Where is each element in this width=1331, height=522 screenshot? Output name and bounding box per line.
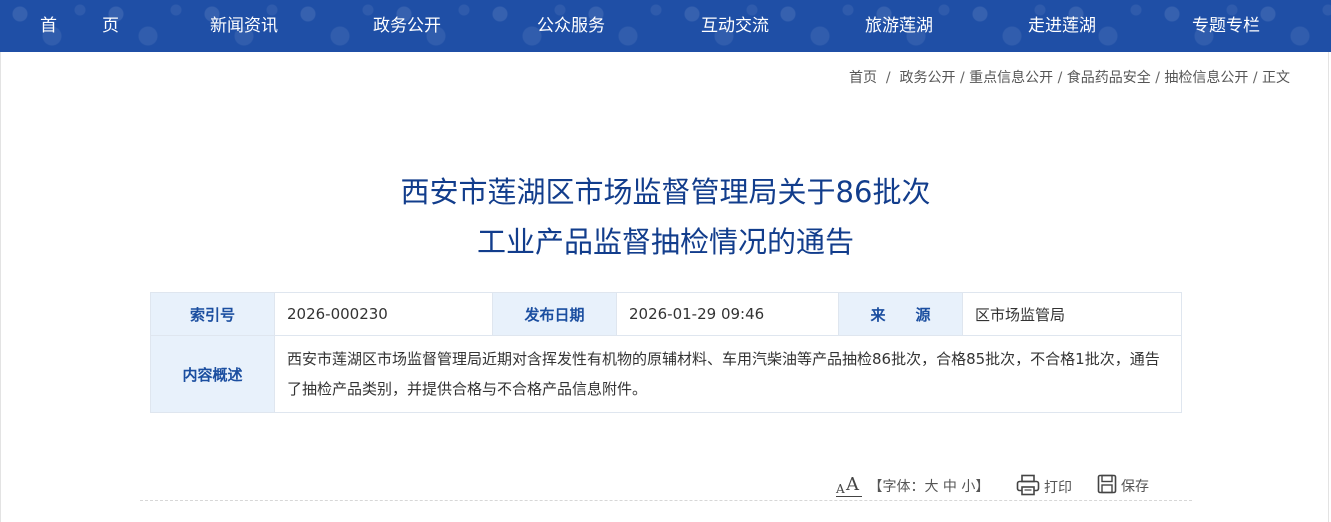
breadcrumb-separator: / bbox=[1053, 70, 1067, 86]
info-row-meta: 索引号 2026-000230 发布日期 2026-01-29 09:46 来 … bbox=[150, 292, 1182, 336]
nav-item-news[interactable]: 新闻资讯 bbox=[190, 0, 298, 52]
save-disk-icon bbox=[1097, 474, 1117, 498]
breadcrumb: 首页 / 政务公开 / 重点信息公开 / 食品药品安全 / 抽检信息公开 / 正… bbox=[849, 67, 1290, 89]
nav-home-char-2: 页 bbox=[102, 16, 119, 36]
summary-label: 内容概述 bbox=[150, 335, 275, 413]
source-label: 来 源 bbox=[838, 292, 963, 336]
breadcrumb-separator: / bbox=[1248, 70, 1262, 86]
nav-item-special-topics[interactable]: 专题专栏 bbox=[1172, 0, 1280, 52]
printer-icon bbox=[1016, 474, 1040, 500]
nav-home-char-1: 首 bbox=[40, 16, 57, 36]
summary-value: 西安市莲湖区市场监督管理局近期对含挥发性有机物的原辅材料、车用汽柴油等产品抽检8… bbox=[274, 335, 1182, 413]
save-label: 保存 bbox=[1121, 479, 1149, 495]
breadcrumb-separator: / bbox=[876, 70, 900, 86]
index-number-label: 索引号 bbox=[150, 292, 275, 336]
save-button[interactable]: 保存 bbox=[1097, 474, 1149, 498]
top-nav-bar: 首 页 新闻资讯 政务公开 公众服务 互动交流 旅游莲湖 走进莲湖 专题专栏 bbox=[0, 0, 1331, 52]
nav-item-tourism[interactable]: 旅游莲湖 bbox=[845, 0, 953, 52]
print-button[interactable]: 打印 bbox=[1016, 474, 1072, 500]
nav-item-home[interactable]: 首 页 bbox=[26, 0, 134, 52]
font-size-icon: A A bbox=[836, 474, 864, 498]
breadcrumb-separator: / bbox=[955, 70, 970, 86]
article-title-line-2: 工业产品监督抽检情况的通告 bbox=[476, 225, 854, 259]
font-size-large-button[interactable]: 大 bbox=[924, 479, 938, 495]
publish-date-value: 2026-01-29 09:46 bbox=[616, 292, 839, 336]
article-tools: A A 【字体：大 中 小】 打印 保存 bbox=[0, 470, 1331, 498]
nav-item-government-affairs[interactable]: 政务公开 bbox=[353, 0, 461, 52]
article-info-table: 索引号 2026-000230 发布日期 2026-01-29 09:46 来 … bbox=[150, 292, 1182, 413]
print-label: 打印 bbox=[1044, 480, 1072, 496]
content-right-border bbox=[1328, 52, 1329, 522]
font-size-control: A A 【字体：大 中 小】 bbox=[836, 474, 989, 498]
article-title-line-1: 西安市莲湖区市场监督管理局关于86批次 bbox=[400, 175, 931, 209]
font-size-suffix: 】 bbox=[975, 479, 990, 495]
nav-item-about-lianhu[interactable]: 走进莲湖 bbox=[1008, 0, 1116, 52]
breadcrumb-separator: / bbox=[1150, 70, 1165, 86]
font-size-small-button[interactable]: 小 bbox=[961, 479, 975, 495]
breadcrumb-home[interactable]: 首页 bbox=[849, 70, 877, 86]
publish-date-label: 发布日期 bbox=[492, 292, 617, 336]
nav-item-public-services[interactable]: 公众服务 bbox=[517, 0, 625, 52]
source-value: 区市场监管局 bbox=[962, 292, 1182, 336]
index-number-value: 2026-000230 bbox=[274, 292, 493, 336]
font-size-prefix: 【字体： bbox=[868, 479, 925, 495]
tools-divider bbox=[140, 500, 1192, 501]
breadcrumb-key-info[interactable]: 重点信息公开 bbox=[969, 70, 1053, 86]
info-row-summary: 内容概述 西安市莲湖区市场监督管理局近期对含挥发性有机物的原辅材料、车用汽柴油等… bbox=[150, 335, 1182, 413]
content-left-border bbox=[0, 52, 1, 522]
font-size-medium-button[interactable]: 中 bbox=[943, 479, 957, 495]
breadcrumb-government-affairs[interactable]: 政务公开 bbox=[900, 70, 956, 86]
nav-item-interaction[interactable]: 互动交流 bbox=[681, 0, 789, 52]
breadcrumb-food-drug-safety[interactable]: 食品药品安全 bbox=[1067, 70, 1151, 86]
breadcrumb-current-text: 正文 bbox=[1262, 70, 1290, 86]
breadcrumb-inspection-info[interactable]: 抽检信息公开 bbox=[1164, 70, 1248, 86]
